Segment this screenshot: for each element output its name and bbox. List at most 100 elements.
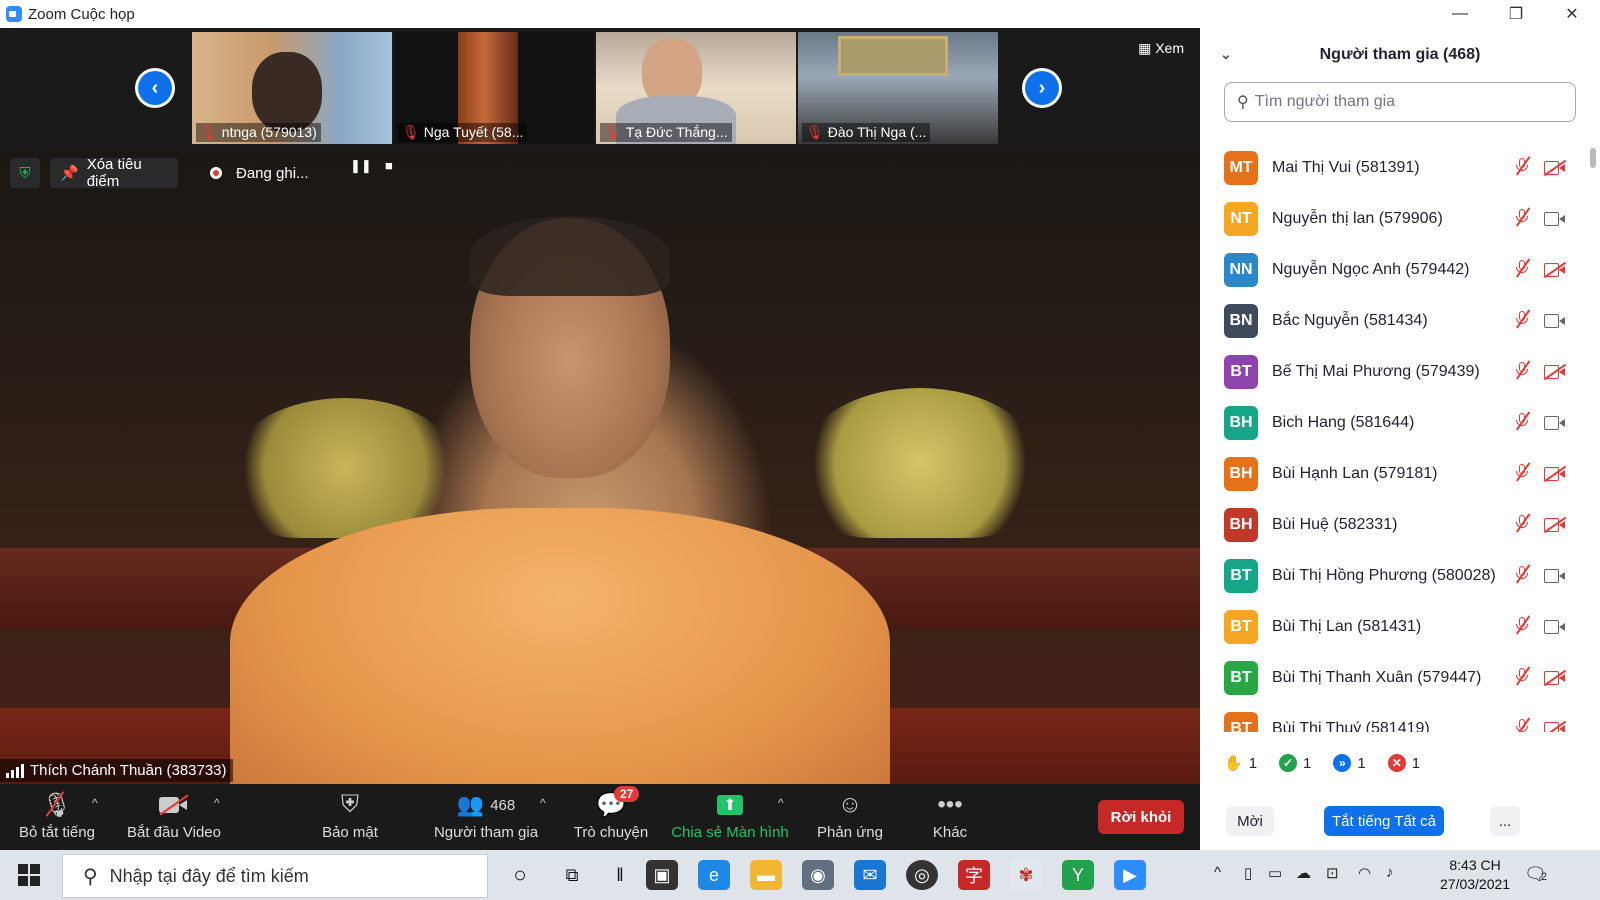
participant-search-input[interactable]: ⚲ Tìm người tham gia — [1224, 82, 1576, 122]
remove-spotlight-button[interactable]: 📌 Xóa tiêu điểm — [50, 156, 178, 190]
participants-options-caret-icon[interactable]: ^ — [540, 796, 546, 810]
edge-icon[interactable]: e — [698, 860, 730, 890]
audio-options-caret-icon[interactable]: ^ — [92, 796, 98, 810]
start-video-button[interactable]: Bắt đầu Video — [122, 788, 226, 841]
leave-meeting-button[interactable]: Rời khỏi — [1098, 800, 1184, 834]
avatar: NN — [1224, 253, 1258, 287]
mic-muted-icon — [1514, 614, 1530, 639]
pin-icon: 📌 — [60, 165, 79, 182]
yes-count: ✓ 1 — [1279, 754, 1311, 772]
camera-icon[interactable]: ◉ — [802, 860, 834, 890]
participant-row[interactable]: NN Nguyễn Ngọc Anh (579442) — [1200, 244, 1590, 296]
share-screen-button[interactable]: ⬆ Chia sẻ Màn hình — [668, 788, 792, 841]
stop-recording-button[interactable]: ■ — [385, 158, 393, 173]
media-player-icon[interactable]: ◎ — [906, 860, 938, 890]
zoom-taskbar-icon[interactable]: ▶ — [1114, 860, 1146, 890]
participant-row[interactable]: NT Nguyễn thị lan (579906) — [1200, 193, 1590, 245]
video-off-icon — [1543, 669, 1567, 687]
video-thumbnail[interactable]: 🎙 Tạ Đức Thắng... — [596, 32, 796, 144]
mic-muted-icon: 🎙 — [41, 790, 73, 819]
participant-row[interactable]: BT Bùi Thị Hồng Phương (580028) — [1200, 550, 1590, 602]
participant-name: Bùi Huệ (582331) — [1272, 516, 1398, 533]
chat-button[interactable]: 💬 27 Trò chuyện — [568, 786, 654, 841]
participant-row[interactable]: BH Bich Hang (581644) — [1200, 397, 1590, 449]
mail-icon[interactable]: ✉ — [854, 860, 886, 890]
participant-row[interactable]: MT Mai Thị Vui (581391) — [1200, 142, 1590, 194]
green-app-icon[interactable]: Y — [1062, 860, 1094, 890]
next-page-button[interactable]: › — [1022, 68, 1062, 108]
restore-icon[interactable]: ❐ — [1488, 0, 1544, 28]
more-button[interactable]: ••• Khác — [924, 788, 976, 841]
video-off-icon — [1543, 720, 1567, 732]
network-app-icon[interactable]: ✾ — [1010, 860, 1042, 890]
prev-page-button[interactable]: ‹ — [135, 68, 175, 108]
speaker-hair — [470, 216, 670, 296]
video-options-caret-icon[interactable]: ^ — [214, 796, 220, 810]
participant-row[interactable]: BT Bùi Thị Thanh Xuân (579447) — [1200, 652, 1590, 704]
notification-center-icon[interactable]: 🗨2 — [1524, 864, 1547, 885]
taskbar-clock[interactable]: 8:43 CH 27/03/2021 — [1440, 856, 1510, 894]
participants-label: Người tham gia — [433, 824, 539, 841]
start-video-label: Bắt đầu Video — [127, 824, 221, 841]
mic-muted-icon — [1514, 563, 1530, 588]
participant-row[interactable]: BH Bùi Huệ (582331) — [1200, 499, 1590, 551]
windows-start-icon[interactable] — [18, 864, 40, 886]
cloud-icon[interactable]: ☁ — [1296, 864, 1311, 882]
thumbnail-name: Đào Thị Nga (... — [827, 124, 927, 140]
video-thumbnail[interactable]: 🎙 Đào Thị Nga (... — [798, 32, 998, 144]
cortana-icon[interactable]: ○ — [504, 860, 536, 890]
speaker-name-label: Thích Chánh Thuần (383733) — [0, 759, 233, 782]
mic-muted-icon — [1514, 257, 1530, 282]
minimize-icon[interactable]: — — [1432, 0, 1488, 28]
speaker-robe — [230, 508, 890, 784]
video-icon — [1544, 416, 1566, 430]
battery-icon[interactable]: ▭ — [1268, 864, 1282, 882]
view-button[interactable]: ▦ Xem — [1138, 40, 1184, 57]
thumbnail-label: 🎙 Nga Tuyết (58... — [398, 123, 528, 142]
encryption-shield-icon[interactable]: ⛨ — [10, 158, 40, 188]
pause-recording-button[interactable]: ❚❚ — [350, 158, 372, 174]
chevron-up-icon[interactable]: ^ — [1214, 864, 1221, 881]
no-value: 1 — [1411, 754, 1421, 772]
share-options-caret-icon[interactable]: ^ — [778, 796, 784, 810]
security-button[interactable]: ⛨ Bảo mật — [314, 788, 386, 841]
emoji-add-icon: ☺ — [837, 791, 863, 818]
device-icon[interactable]: ▯ — [1244, 864, 1252, 882]
participant-row[interactable]: BT Bùi Thị Lan (581431) — [1200, 601, 1590, 653]
mic-muted-icon — [1514, 155, 1530, 180]
notification-count: 2 — [1540, 871, 1547, 883]
raise-hand-icon: ✋ — [1224, 755, 1243, 772]
recording-label: Đang ghi... — [236, 164, 309, 182]
dictionary-app-icon[interactable]: 字 — [958, 860, 990, 890]
window-controls: — ❐ ✕ — [1200, 0, 1600, 28]
close-icon[interactable]: ✕ — [1544, 0, 1600, 28]
signal-bars-icon — [6, 763, 24, 778]
participant-row[interactable]: BT Bế Thị Mai Phương (579439) — [1200, 346, 1590, 398]
volume-icon[interactable]: ♪ — [1386, 864, 1394, 881]
taskbar-search-input[interactable]: ⚲ Nhập tại đây để tìm kiếm — [62, 854, 488, 898]
wifi-icon[interactable]: ◠ — [1358, 864, 1371, 882]
file-explorer-icon[interactable]: ▬ — [750, 860, 782, 890]
video-icon — [1544, 314, 1566, 328]
participant-row[interactable]: BH Bùi Hạnh Lan (579181) — [1200, 448, 1590, 500]
participant-list-scrollbar[interactable] — [1590, 148, 1596, 728]
participants-button[interactable]: 👥 468 Người tham gia — [424, 788, 548, 841]
reactions-button[interactable]: ☺ Phản ứng — [812, 788, 888, 841]
store-icon[interactable]: ▣ — [646, 860, 678, 890]
task-view-icon[interactable]: ⧉ — [556, 860, 588, 890]
avatar: BT — [1224, 610, 1258, 644]
video-icon — [1544, 212, 1566, 226]
video-thumbnail[interactable]: 🎙 ntnga (579013) — [192, 32, 392, 144]
security-tray-icon[interactable]: ⊡ — [1326, 864, 1339, 882]
picture-frame — [838, 36, 948, 76]
participant-row[interactable]: BT Bùi Thị Thuý (581419) — [1200, 703, 1590, 732]
flower-arrangement-right — [800, 388, 1040, 538]
unmute-button[interactable]: 🎙 Bỏ tắt tiếng — [14, 788, 100, 841]
panel-more-button[interactable]: ... — [1490, 806, 1520, 836]
invite-button[interactable]: Mời — [1226, 806, 1274, 836]
yes-value: 1 — [1303, 754, 1312, 772]
video-thumbnail[interactable]: 🎙 Nga Tuyết (58... — [394, 32, 594, 144]
participant-row[interactable]: BN Bắc Nguyễn (581434) — [1200, 295, 1590, 347]
chevron-down-icon[interactable]: ⌄ — [1220, 46, 1232, 63]
mute-all-button[interactable]: Tắt tiếng Tất cả — [1324, 806, 1444, 836]
